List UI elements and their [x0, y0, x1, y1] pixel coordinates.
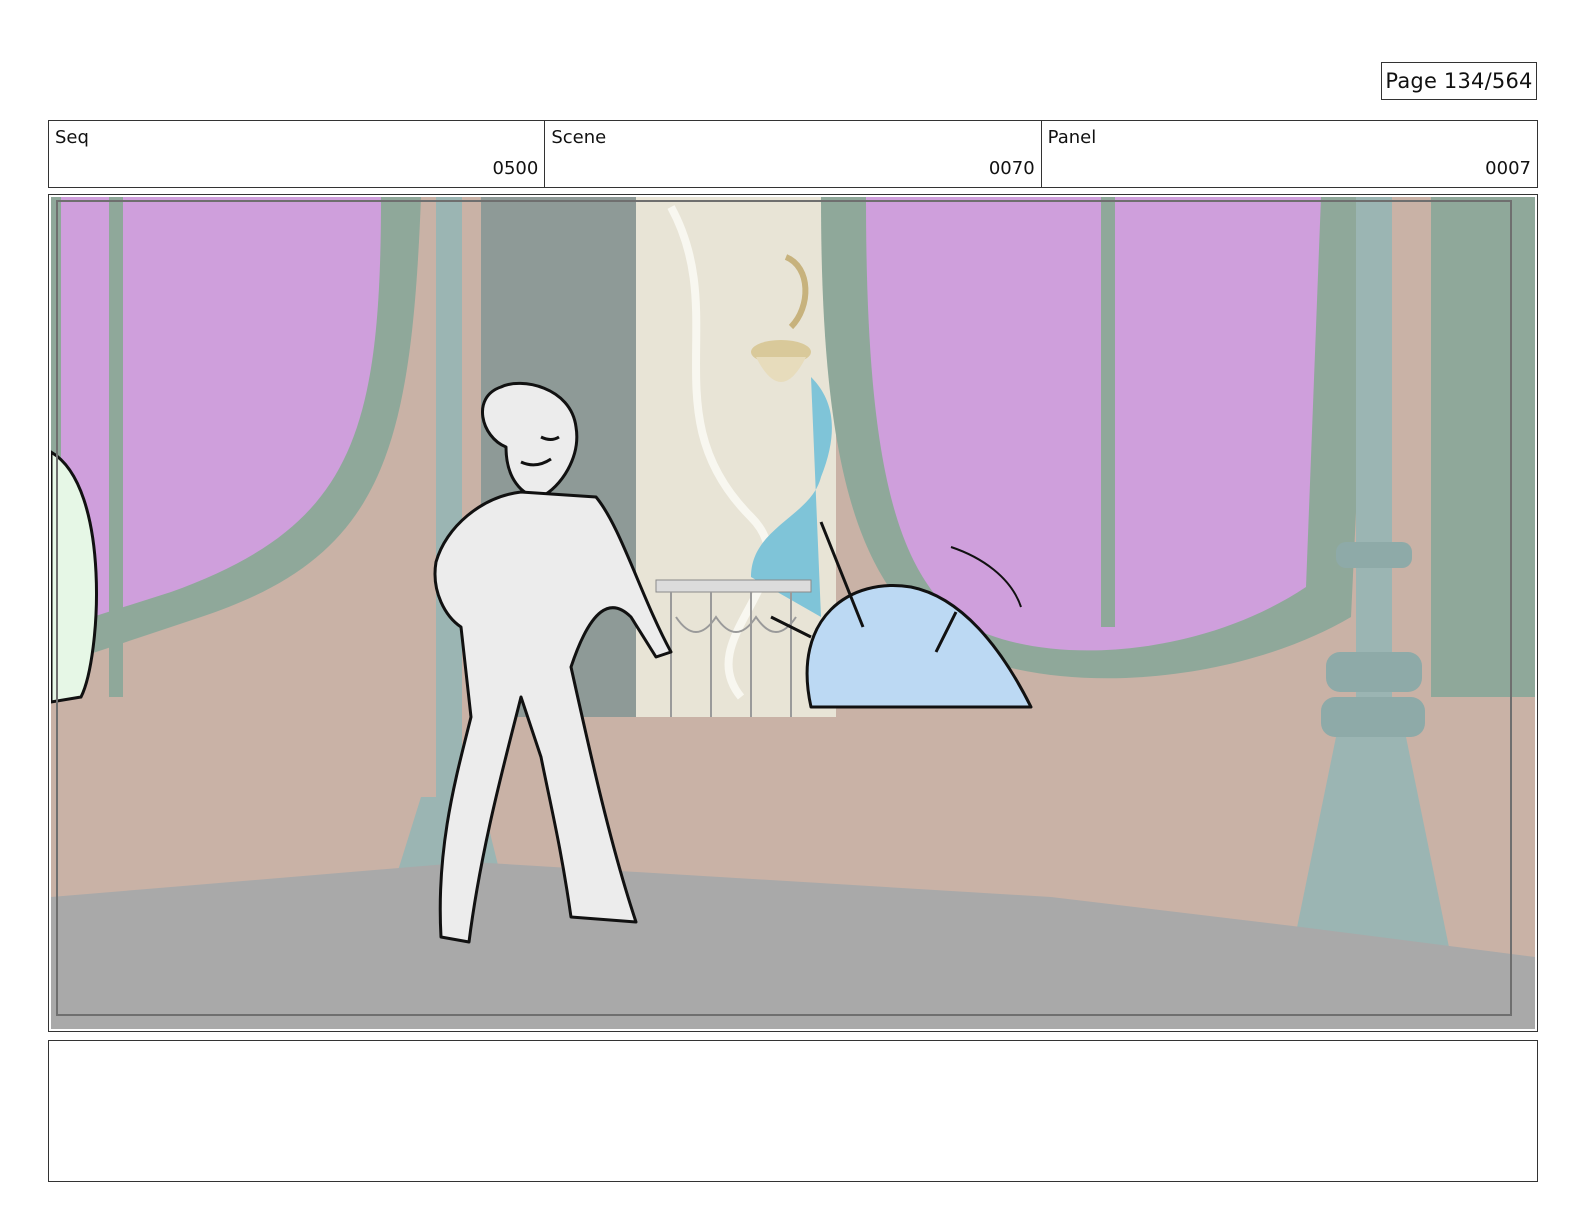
- panel-label: Panel: [1047, 127, 1097, 148]
- storyboard-header: Seq 0500 Scene 0070 Panel 0007: [48, 120, 1538, 188]
- panel-illustration: [51, 197, 1535, 1029]
- panel-value: 0007: [1485, 158, 1531, 179]
- seq-label: Seq: [55, 127, 89, 148]
- seq-cell: Seq 0500: [49, 121, 546, 187]
- far-right-window-frame: [1431, 197, 1535, 697]
- seq-value: 0500: [492, 158, 539, 179]
- scene-value: 0070: [988, 158, 1035, 179]
- panel-notes-box: [48, 1040, 1538, 1182]
- scene-label: Scene: [551, 127, 607, 148]
- page-number: Page 134/564: [1381, 62, 1537, 100]
- storyboard-panel: [48, 194, 1538, 1032]
- scene-cell: Scene 0070: [545, 121, 1042, 187]
- panel-cell: Panel 0007: [1042, 121, 1537, 187]
